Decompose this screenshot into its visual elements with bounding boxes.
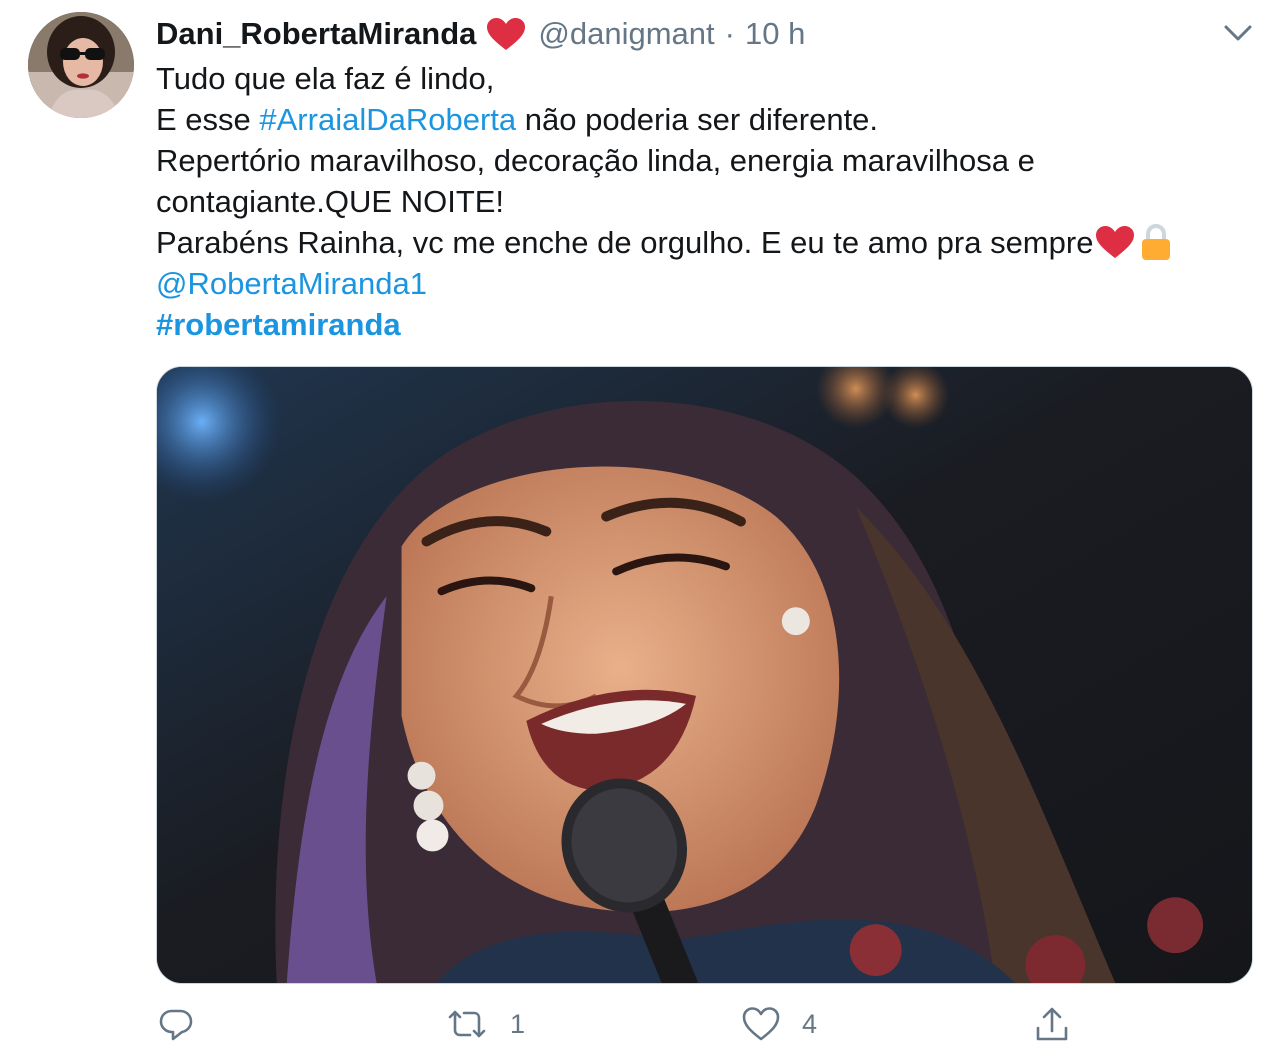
retweet-icon: [446, 1006, 488, 1042]
reply-button[interactable]: [158, 1006, 212, 1042]
tweet-line: E esse #ArraialDaRoberta não poderia ser…: [156, 99, 1256, 140]
user-handle[interactable]: @danigmant: [538, 16, 714, 52]
like-icon: [742, 1006, 780, 1042]
display-name[interactable]: Dani_RobertaMiranda: [156, 16, 476, 52]
text-fragment: Parabéns Rainha, vc me enche de orgulho.…: [156, 225, 1094, 260]
tweet-line: Parabéns Rainha, vc me enche de orgulho.…: [156, 222, 1256, 263]
text-fragment: E esse: [156, 102, 260, 137]
share-icon: [1034, 1006, 1070, 1044]
separator-dot: ·: [724, 16, 735, 51]
retweet-button[interactable]: 1: [446, 1006, 525, 1042]
chevron-down-icon[interactable]: [1222, 20, 1254, 46]
tweet-text: Tudo que ela faz é lindo, E esse #Arraia…: [156, 58, 1256, 345]
tweet-line: Tudo que ela faz é lindo,: [156, 61, 495, 96]
timestamp[interactable]: 10 h: [745, 16, 805, 52]
like-button[interactable]: 4: [742, 1006, 817, 1042]
tweet-actions: 1 4: [0, 1006, 1280, 1050]
tweet-header: Dani_RobertaMiranda @danigmant · 10 h: [156, 14, 805, 54]
like-count: 4: [802, 1008, 818, 1039]
mention-link[interactable]: @RobertaMiranda1: [156, 263, 1256, 304]
tweet-line: Repertório maravilhoso, decoração linda,…: [156, 143, 1035, 178]
retweet-count: 1: [510, 1008, 526, 1039]
share-button[interactable]: [1034, 1006, 1070, 1044]
red-heart-icon: [486, 17, 526, 51]
text-fragment: não poderia ser diferente.: [516, 102, 879, 137]
tweet-media-image[interactable]: [156, 366, 1253, 984]
red-heart-icon: [1095, 225, 1135, 259]
reply-icon: [158, 1006, 194, 1042]
hashtag-link[interactable]: #robertamiranda: [156, 304, 1256, 345]
avatar[interactable]: [28, 12, 134, 118]
lock-icon: [1139, 223, 1173, 261]
singer-photo: [157, 367, 1252, 983]
tweet-line: contagiante.QUE NOITE!: [156, 184, 505, 219]
avatar-photo: [28, 12, 134, 118]
hashtag-link[interactable]: #ArraialDaRoberta: [259, 102, 516, 137]
